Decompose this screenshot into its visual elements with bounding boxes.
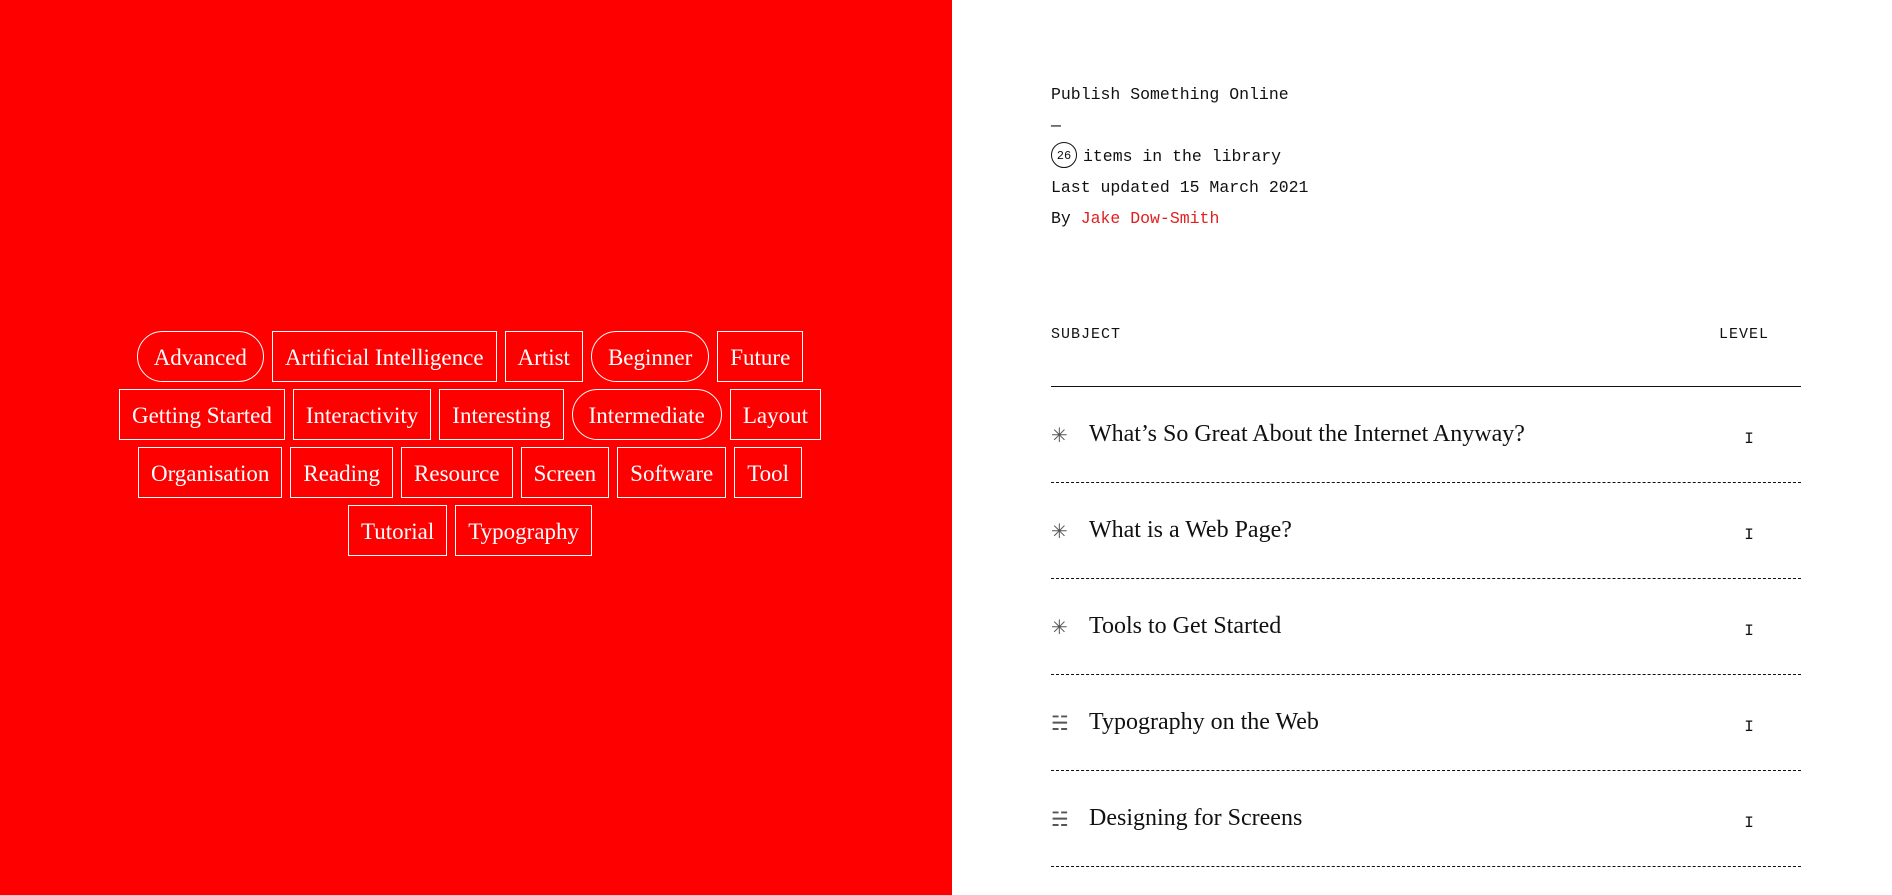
table-row[interactable]: ☵ Typography on the Web I xyxy=(1051,675,1801,771)
table-row[interactable]: ✳ What’s So Great About the Internet Anyw… xyxy=(1051,387,1801,483)
library-title: Publish Something Online xyxy=(1051,85,1289,104)
row-title[interactable]: What’s So Great About the Internet Anywa… xyxy=(1089,421,1729,448)
row-title[interactable]: Designing for Screens xyxy=(1089,805,1729,832)
table-row[interactable]: ✳ Tools to Get Started I xyxy=(1051,579,1801,675)
row-level: I xyxy=(1744,621,1754,640)
tag-software[interactable]: Software xyxy=(617,447,727,498)
tag-resource[interactable]: Resource xyxy=(401,447,513,498)
tag-interesting[interactable]: Interesting xyxy=(439,389,564,440)
row-level: I xyxy=(1744,813,1754,832)
level-column-header[interactable]: LEVEL xyxy=(1719,326,1769,386)
tag-intermediate[interactable]: Intermediate xyxy=(571,389,722,440)
table-header: SUBJECT LEVEL xyxy=(1051,326,1801,387)
row-title[interactable]: Tools to Get Started xyxy=(1089,613,1729,640)
tag-artist[interactable]: Artist xyxy=(504,331,583,382)
author-link[interactable]: Jake Dow-Smith xyxy=(1081,209,1220,228)
item-count: 26 items in the library xyxy=(1051,141,1308,172)
tag-artificial-intelligence[interactable]: Artificial Intelligence xyxy=(271,331,497,382)
list-icon: ☵ xyxy=(1051,710,1069,735)
tag-future[interactable]: Future xyxy=(717,331,804,382)
row-title[interactable]: What is a Web Page? xyxy=(1089,517,1729,544)
page: Advanced Artificial Intelligence Artist Beg… xyxy=(0,0,1892,895)
count-suffix: items in the library xyxy=(1083,147,1282,166)
table-row[interactable]: ☵ Designing for Screens I xyxy=(1051,771,1801,867)
byline: By Jake Dow-Smith xyxy=(1051,203,1308,234)
row-title[interactable]: Typography on the Web xyxy=(1089,709,1729,736)
tag-layout[interactable]: Layout xyxy=(729,389,822,440)
row-level: I xyxy=(1744,429,1754,448)
asterisk-icon: ✳ xyxy=(1051,422,1068,447)
library-panel: Publish Something Online — 26 items in th… xyxy=(952,0,1892,895)
tag-row: Organisation Reading Resource Screen Softwar… xyxy=(137,447,803,498)
count-badge: 26 xyxy=(1051,141,1077,168)
asterisk-icon: ✳ xyxy=(1051,614,1068,639)
last-updated: Last updated 15 March 2021 xyxy=(1051,178,1309,197)
title-divider: — xyxy=(1051,116,1061,135)
tag-row: Getting Started Interactivity Interesting I… xyxy=(118,389,822,440)
subject-column-header[interactable]: SUBJECT xyxy=(1051,326,1121,386)
tag-typography[interactable]: Typography xyxy=(455,505,593,556)
tag-getting-started[interactable]: Getting Started xyxy=(118,389,285,440)
tag-tool[interactable]: Tool xyxy=(734,447,803,498)
row-level: I xyxy=(1744,717,1754,736)
tag-interactivity[interactable]: Interactivity xyxy=(292,389,432,440)
tag-reading[interactable]: Reading xyxy=(290,447,394,498)
tag-screen[interactable]: Screen xyxy=(520,447,610,498)
tag-row: Tutorial Typography xyxy=(347,505,593,556)
tag-organisation[interactable]: Organisation xyxy=(137,447,283,498)
tag-tutorial[interactable]: Tutorial xyxy=(347,505,448,556)
list-icon: ☵ xyxy=(1051,806,1069,831)
tag-advanced[interactable]: Advanced xyxy=(136,331,264,382)
tag-cloud: Advanced Artificial Intelligence Artist Beg… xyxy=(0,331,946,556)
library-table: SUBJECT LEVEL ✳ What’s So Great About the… xyxy=(1051,326,1801,867)
tag-beginner[interactable]: Beginner xyxy=(590,331,710,382)
asterisk-icon: ✳ xyxy=(1051,518,1068,543)
tag-panel: Advanced Artificial Intelligence Artist Beg… xyxy=(0,0,952,895)
by-label: By xyxy=(1051,209,1071,228)
tag-row: Advanced Artificial Intelligence Artist Beg… xyxy=(136,331,804,382)
table-row[interactable]: ✳ What is a Web Page? I xyxy=(1051,483,1801,579)
library-meta: Publish Something Online — 26 items in th… xyxy=(1051,79,1308,234)
table-body: ✳ What’s So Great About the Internet Anyw… xyxy=(1051,387,1801,867)
row-level: I xyxy=(1744,525,1754,544)
